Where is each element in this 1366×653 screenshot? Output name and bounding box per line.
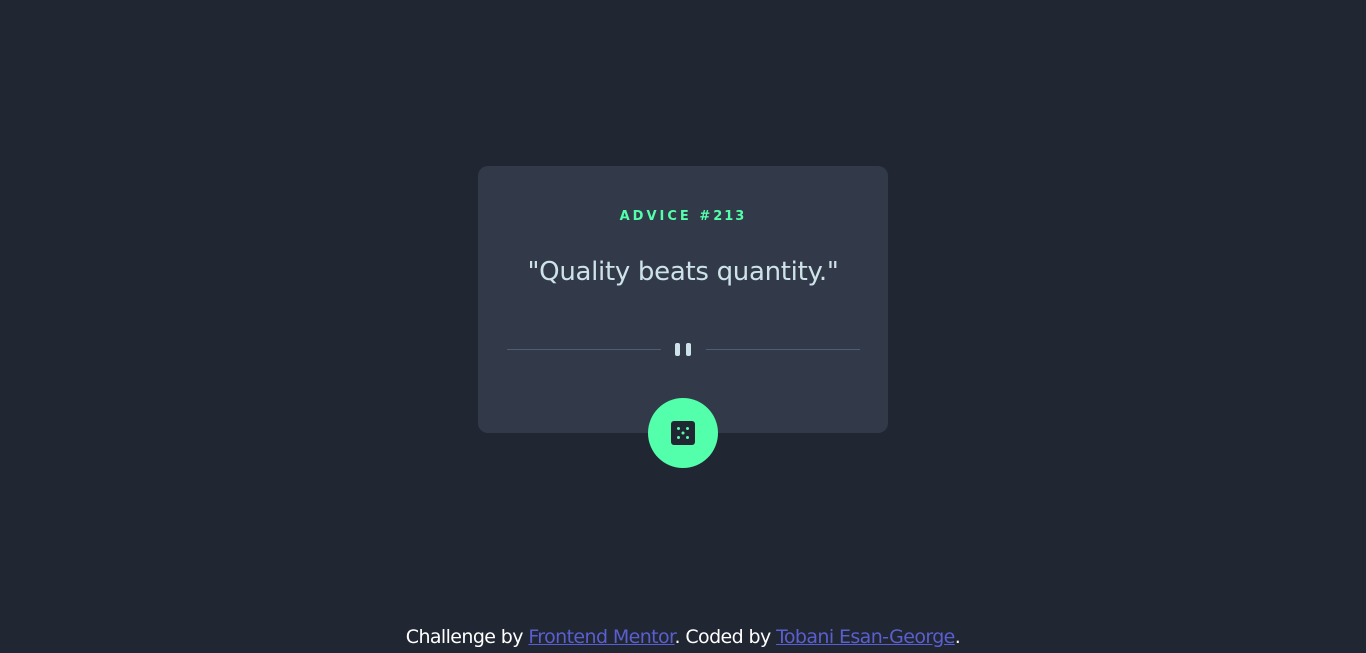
frontend-mentor-link[interactable]: Frontend Mentor (528, 626, 675, 648)
divider (507, 341, 860, 359)
pause-icon (675, 343, 691, 357)
footer-middle: . Coded by (674, 626, 777, 648)
attribution-footer: Challenge by Frontend Mentor. Coded by T… (0, 626, 1366, 648)
footer-prefix: Challenge by (405, 626, 529, 648)
author-link[interactable]: Tobani Esan-George (776, 626, 955, 648)
advice-quote: "Quality beats quantity." (527, 257, 839, 287)
dice-icon (671, 421, 695, 445)
divider-line-right (706, 349, 860, 350)
generate-advice-button[interactable] (648, 398, 718, 468)
advice-card: ADVICE #213 "Quality beats quantity." (478, 166, 888, 433)
divider-line-left (507, 349, 661, 350)
footer-suffix: . (954, 626, 961, 648)
advice-label: ADVICE # (619, 209, 714, 224)
advice-number: ADVICE #213 (478, 209, 888, 224)
advice-id: 213 (713, 209, 747, 224)
